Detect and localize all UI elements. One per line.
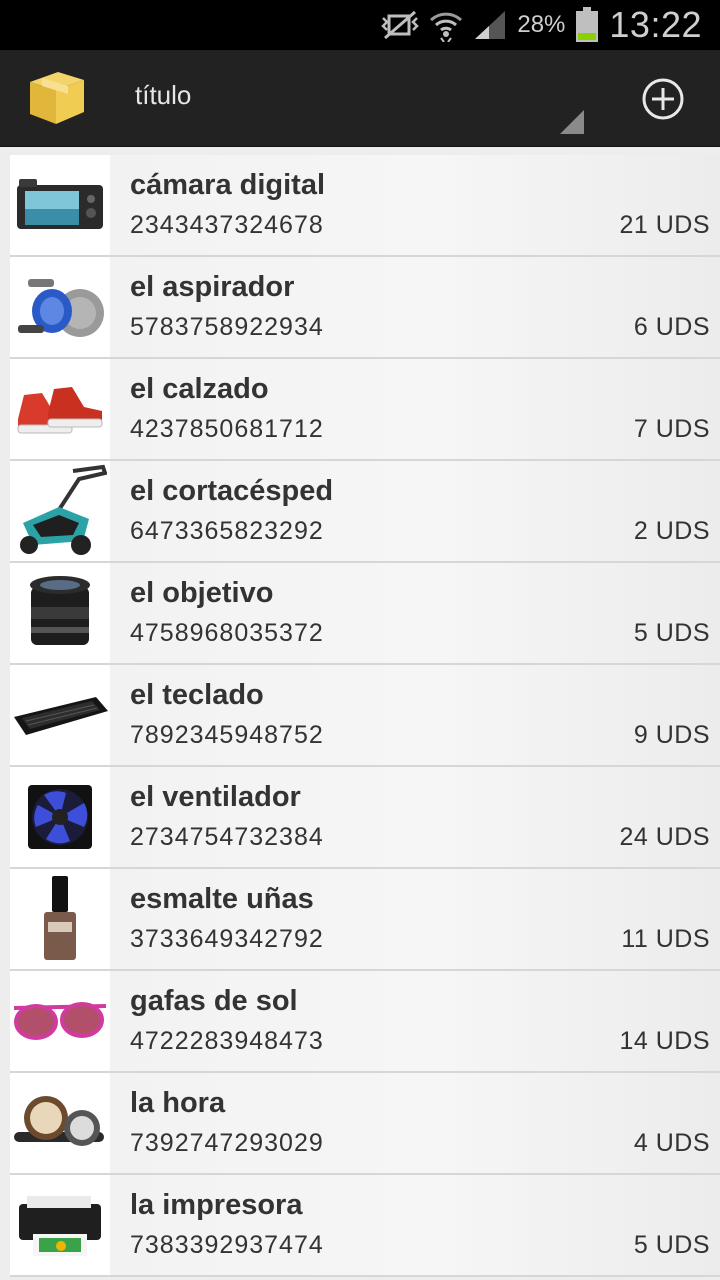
item-code: 4722283948473 xyxy=(130,1027,324,1055)
item-code: 3733649342792 xyxy=(130,925,324,953)
list-item[interactable]: el objetivo 4758968035372 5 UDS xyxy=(10,563,720,665)
item-thumbnail xyxy=(10,359,110,459)
add-circle-icon[interactable] xyxy=(641,77,685,121)
item-name: el calzado xyxy=(130,373,269,405)
lens-icon xyxy=(30,576,90,645)
item-quantity: 5 UDS xyxy=(633,1231,710,1259)
item-code: 7392747293029 xyxy=(130,1129,324,1157)
item-thumbnail xyxy=(10,767,110,867)
item-code: 4237850681712 xyxy=(130,415,324,443)
item-name: el ventilador xyxy=(130,781,301,813)
item-name: cámara digital xyxy=(130,169,326,201)
item-thumbnail xyxy=(10,971,110,1071)
list-item[interactable]: el aspirador 5783758922934 6 UDS xyxy=(10,257,720,359)
watch-icon xyxy=(14,1096,104,1146)
wifi-icon xyxy=(430,12,463,42)
battery-icon xyxy=(576,7,599,42)
item-name: la hora xyxy=(130,1087,226,1119)
item-code: 6473365823292 xyxy=(130,517,324,545)
signal-icon xyxy=(475,11,506,39)
item-thumbnail xyxy=(10,257,110,357)
clock: 13:22 xyxy=(609,4,702,45)
item-code: 7383392937474 xyxy=(130,1231,324,1259)
camera-icon xyxy=(17,179,103,229)
nfc-icon xyxy=(381,10,420,40)
item-code: 5783758922934 xyxy=(130,313,324,341)
item-thumbnail xyxy=(10,869,110,969)
item-code: 2343437324678 xyxy=(130,211,324,239)
action-bar: título xyxy=(0,50,720,147)
list-item[interactable]: la impresora 7383392937474 5 UDS xyxy=(10,1175,720,1277)
item-quantity: 2 UDS xyxy=(633,517,710,545)
item-name: la impresora xyxy=(130,1189,303,1221)
dropdown-indicator-icon[interactable] xyxy=(560,110,584,134)
box-icon[interactable] xyxy=(24,64,88,128)
item-thumbnail xyxy=(10,155,110,255)
item-quantity: 21 UDS xyxy=(619,211,710,239)
list-item[interactable]: el cortacésped 6473365823292 2 UDS xyxy=(10,461,720,563)
item-thumbnail xyxy=(10,665,110,765)
item-quantity: 4 UDS xyxy=(633,1129,710,1157)
item-name: el teclado xyxy=(130,679,264,711)
item-quantity: 6 UDS xyxy=(633,313,710,341)
sunglasses-icon xyxy=(13,1002,107,1040)
list-item[interactable]: la hora 7392747293029 4 UDS xyxy=(10,1073,720,1175)
item-quantity: 14 UDS xyxy=(619,1027,710,1055)
printer-icon xyxy=(19,1196,101,1256)
item-name: el cortacésped xyxy=(130,475,334,507)
lawnmower-icon xyxy=(20,464,107,555)
list-item[interactable]: el teclado 7892345948752 9 UDS xyxy=(10,665,720,767)
item-thumbnail xyxy=(10,1073,110,1173)
nail-polish-icon xyxy=(44,876,76,960)
item-thumbnail xyxy=(10,461,110,561)
item-quantity: 5 UDS xyxy=(633,619,710,647)
list-item[interactable]: el ventilador 2734754732384 24 UDS xyxy=(10,767,720,869)
item-quantity: 11 UDS xyxy=(621,925,710,953)
list-item[interactable]: cámara digital 2343437324678 21 UDS xyxy=(10,155,720,257)
item-name: el objetivo xyxy=(130,577,274,609)
item-quantity: 24 UDS xyxy=(619,823,710,851)
page-title[interactable]: título xyxy=(135,80,191,111)
vacuum-icon xyxy=(18,279,104,337)
item-code: 4758968035372 xyxy=(130,619,324,647)
item-name: esmalte uñas xyxy=(130,883,314,915)
product-list[interactable]: cámara digital 2343437324678 21 UDS el a… xyxy=(10,155,720,1280)
item-code: 2734754732384 xyxy=(130,823,324,851)
item-quantity: 7 UDS xyxy=(633,415,710,443)
item-name: gafas de sol xyxy=(130,985,298,1017)
status-icons: 28% 13:22 xyxy=(381,0,702,50)
item-code: 7892345948752 xyxy=(130,721,324,749)
list-item[interactable]: gafas de sol 4722283948473 14 UDS xyxy=(10,971,720,1073)
shoes-icon xyxy=(17,387,103,434)
keyboard-icon xyxy=(14,697,108,735)
list-item[interactable]: el calzado 4237850681712 7 UDS xyxy=(10,359,720,461)
item-thumbnail xyxy=(10,563,110,663)
battery-percent: 28% xyxy=(517,11,566,38)
status-bar: 28% 13:22 xyxy=(0,0,720,50)
item-name: el aspirador xyxy=(130,271,295,303)
item-quantity: 9 UDS xyxy=(633,721,710,749)
fan-icon xyxy=(28,785,92,849)
list-item[interactable]: esmalte uñas 3733649342792 11 UDS xyxy=(10,869,720,971)
item-thumbnail xyxy=(10,1175,110,1275)
